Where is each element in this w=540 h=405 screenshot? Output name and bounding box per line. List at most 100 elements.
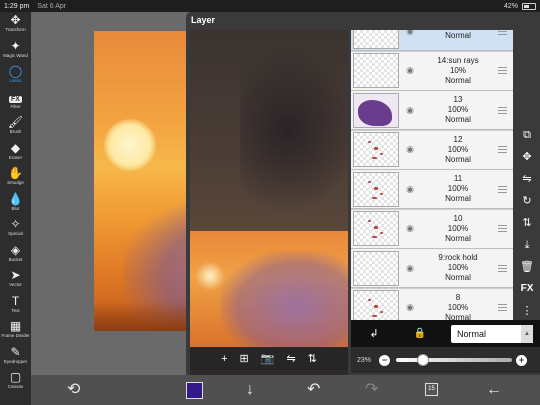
opacity-minus-icon[interactable]: − bbox=[379, 354, 390, 366]
layer-drag-handle-icon[interactable] bbox=[495, 225, 509, 232]
layer-drag-handle-icon[interactable] bbox=[495, 185, 509, 193]
layer-row[interactable]: ◉ 10 100% Normal bbox=[351, 209, 513, 249]
layer-name: 11 bbox=[453, 174, 463, 183]
layer-opacity: 10% bbox=[449, 65, 466, 75]
visibility-eye-icon[interactable]: ◉ bbox=[399, 65, 421, 76]
visibility-eye-icon[interactable]: ◉ bbox=[399, 223, 421, 234]
tool-lasso[interactable]: ◯ Lasso bbox=[0, 63, 31, 89]
tool-brush[interactable]: 🖌 Brush bbox=[0, 114, 31, 140]
visibility-eye-icon[interactable]: ◉ bbox=[399, 30, 421, 37]
layer-row[interactable]: ◉ 12 100% Normal bbox=[351, 130, 513, 170]
tool-blur[interactable]: 💧 Blur bbox=[0, 191, 31, 217]
layer-drag-handle-icon[interactable] bbox=[495, 106, 509, 114]
blend-mode-select[interactable]: Normal ▲ bbox=[451, 324, 533, 343]
undo-icon[interactable]: ↶ bbox=[307, 382, 320, 398]
blend-bar: ↲ 🔒 Normal ▲ bbox=[351, 320, 540, 347]
download-arrow-icon[interactable]: ↓ bbox=[246, 382, 254, 398]
layer-row[interactable]: ◉ 11 100% Normal bbox=[351, 170, 513, 209]
layer-preview bbox=[190, 30, 348, 375]
visibility-eye-icon[interactable]: ◉ bbox=[399, 144, 421, 155]
tool-special[interactable]: ✧ Special bbox=[0, 216, 31, 242]
add-layer-icon[interactable]: + bbox=[221, 353, 227, 365]
layer-row[interactable]: ◉ 9:rock hold 100% Normal bbox=[351, 249, 513, 288]
redo-icon[interactable]: ↷ bbox=[365, 382, 378, 398]
layer-opacity: 100% bbox=[447, 105, 469, 114]
color-swatch[interactable] bbox=[186, 382, 203, 399]
lock-alpha-icon[interactable]: 🔒 bbox=[397, 328, 443, 339]
opacity-bar: 23% − + bbox=[351, 347, 540, 373]
fx-icon[interactable]: FX bbox=[521, 280, 534, 298]
layer-thumbnail bbox=[353, 250, 399, 286]
layer-mode: Normal bbox=[445, 273, 471, 282]
layer-drag-handle-icon[interactable] bbox=[495, 30, 509, 35]
flip-vertical-icon[interactable]: ⇅ bbox=[308, 353, 317, 365]
merge-icon[interactable]: ⧉ bbox=[523, 126, 531, 144]
camera-icon[interactable]: 📷 bbox=[261, 353, 275, 365]
move-icon[interactable]: ✥ bbox=[522, 148, 531, 166]
layer-info: 14:sun rays 10% Normal bbox=[421, 56, 495, 86]
layer-name: 9:rock hold bbox=[438, 253, 478, 262]
tool-frame-divider[interactable]: ▦ Frame Divider bbox=[0, 318, 31, 344]
tool-smudge[interactable]: ✋ Smudge bbox=[0, 165, 31, 191]
visibility-eye-icon[interactable]: ◉ bbox=[399, 184, 421, 195]
layer-opacity: 100% bbox=[447, 263, 469, 272]
layer-row[interactable]: ◉ 14:sun rays 10% Normal bbox=[351, 51, 513, 91]
tool-label: Blur bbox=[11, 205, 20, 211]
quick-menu-icon[interactable]: ⟲ bbox=[67, 382, 80, 398]
layer-info: 10 100% Normal bbox=[421, 214, 495, 244]
layer-list[interactable]: ◉23%Normal◉14:sun rays10%Normal◉13100%No… bbox=[351, 30, 513, 320]
opacity-slider-knob[interactable] bbox=[416, 354, 429, 366]
download-icon[interactable]: ⤓ bbox=[525, 236, 530, 254]
flip-vertical-icon[interactable]: ⇅ bbox=[522, 214, 531, 232]
flip-horizontal-icon[interactable]: ⇋ bbox=[286, 353, 295, 365]
eyedropper-icon: ✎ bbox=[10, 344, 21, 359]
preview-artwork bbox=[190, 231, 348, 347]
layer-name: 12 bbox=[453, 134, 463, 144]
layer-thumbnail bbox=[353, 211, 399, 246]
visibility-eye-icon[interactable]: ◉ bbox=[399, 105, 421, 116]
layer-row[interactable]: ◉ 8 100% Normal bbox=[351, 288, 513, 320]
tool-label: Transform bbox=[5, 27, 26, 32]
flip-icon[interactable]: ⇋ bbox=[522, 170, 531, 188]
tool-filter[interactable]: FX Filter bbox=[0, 89, 31, 115]
layer-opacity: 100% bbox=[447, 223, 469, 233]
layer-drag-handle-icon[interactable] bbox=[495, 67, 509, 74]
tool-transform[interactable]: ✥ Transform bbox=[0, 12, 31, 38]
tool-label: Bucket bbox=[8, 256, 23, 262]
left-toolbar: ✥ Transform ✦ Magic Wand ◯ Lasso FX Filter 🖌 Brus… bbox=[0, 12, 31, 405]
back-arrow-icon[interactable]: ← bbox=[486, 382, 502, 398]
tool-eraser[interactable]: ◆ Eraser bbox=[0, 140, 31, 166]
layer-row[interactable]: ◉23%Normal bbox=[351, 30, 513, 51]
layer-row[interactable]: ◉ 13 100% Normal bbox=[351, 91, 513, 130]
canvas-icon: ▢ bbox=[9, 370, 22, 384]
opacity-plus-icon[interactable]: + bbox=[516, 354, 527, 366]
layers-count-icon[interactable]: 15 bbox=[425, 383, 438, 396]
tool-vector[interactable]: ➤ Vector bbox=[0, 267, 31, 293]
tool-eyedropper[interactable]: ✎ Eyedropper bbox=[0, 344, 31, 370]
rotate-icon[interactable]: ↻ bbox=[522, 192, 531, 210]
tool-label: Lasso bbox=[9, 78, 22, 83]
tool-label: Special bbox=[8, 231, 23, 236]
add-folder-icon[interactable]: ⊞ bbox=[240, 353, 249, 365]
lasso-icon: ◯ bbox=[8, 64, 23, 78]
clipping-icon[interactable]: ↲ bbox=[351, 327, 397, 340]
layer-drag-handle-icon[interactable] bbox=[495, 304, 509, 311]
tool-canvas[interactable]: ▢ Canvas bbox=[0, 369, 31, 395]
visibility-eye-icon[interactable]: ◉ bbox=[399, 263, 421, 274]
opacity-slider[interactable] bbox=[396, 354, 512, 366]
layer-drag-handle-icon[interactable] bbox=[495, 146, 509, 153]
tool-label: Filter bbox=[10, 103, 21, 109]
tool-magic-wand[interactable]: ✦ Magic Wand bbox=[0, 38, 31, 64]
blur-icon: 💧 bbox=[8, 191, 23, 206]
layer-mode: Normal bbox=[445, 194, 471, 203]
more-icon[interactable]: ⋮ bbox=[522, 302, 533, 320]
layer-name: 13 bbox=[453, 95, 463, 104]
tool-bucket[interactable]: ◈ Bucket bbox=[0, 242, 31, 268]
visibility-eye-icon[interactable]: ◉ bbox=[399, 302, 421, 313]
tool-text[interactable]: T Text bbox=[0, 293, 31, 319]
trash-icon[interactable]: 🗑 bbox=[520, 258, 534, 276]
magic-wand-icon: ✦ bbox=[10, 38, 21, 53]
smudge-icon: ✋ bbox=[8, 166, 23, 180]
layer-drag-handle-icon[interactable] bbox=[495, 264, 509, 272]
tool-label: Eraser bbox=[8, 154, 23, 160]
